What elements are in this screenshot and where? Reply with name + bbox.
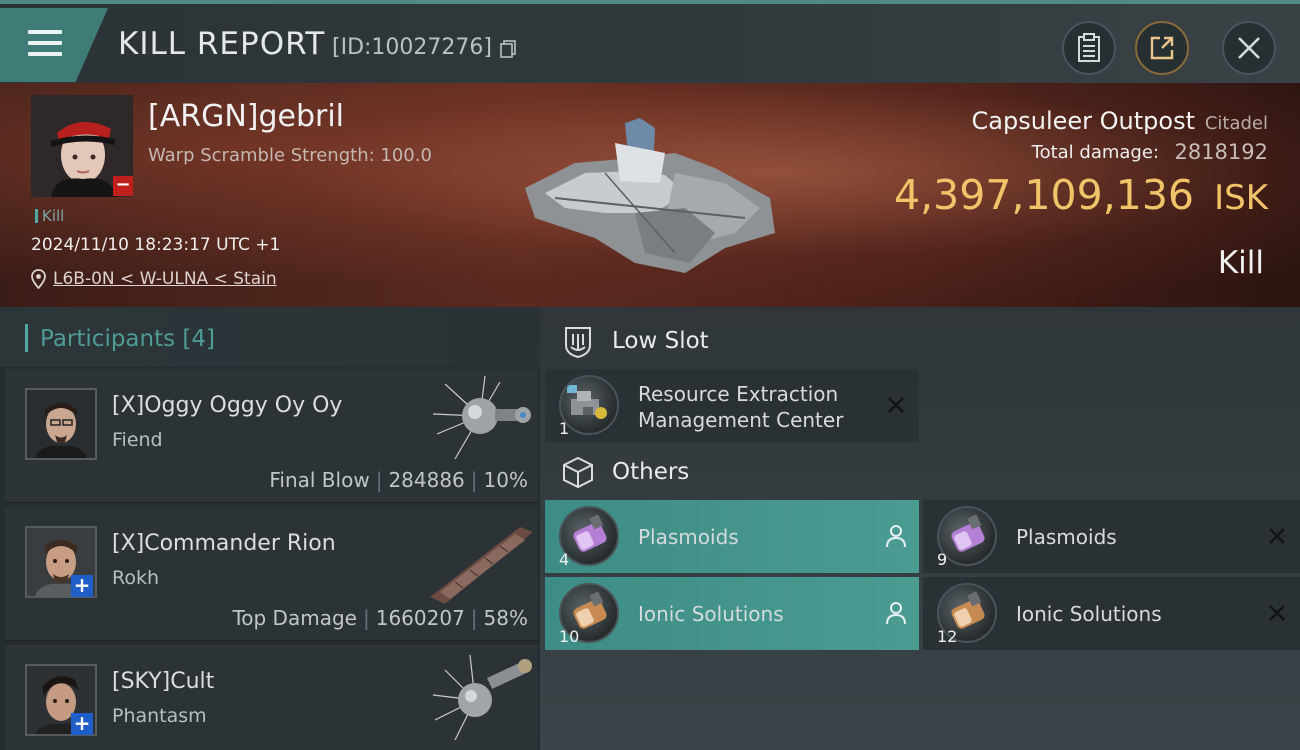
- result-label: Kill: [1217, 245, 1264, 281]
- items-panel: Low Slot 1 Resource Extraction Managemen…: [545, 307, 1300, 750]
- participant-name[interactable]: [X]Commander Rion: [112, 531, 336, 556]
- participants-title: Participants [4]: [40, 326, 215, 352]
- participants-panel: Participants [4] [X]Oggy Oggy Oy Oy Fien…: [0, 307, 540, 750]
- participants-header: Participants [4]: [0, 307, 540, 367]
- participant-row[interactable]: + [SKY]Cult Phantasm: [5, 645, 538, 750]
- report-id: [ID:10027276]: [332, 35, 492, 60]
- participant-row[interactable]: [X]Oggy Oggy Oy Oy Fiend Final Blow | 2848…: [5, 369, 538, 503]
- item-card[interactable]: 10 Ionic Solutions: [545, 577, 919, 650]
- participants-count: [4]: [182, 326, 216, 352]
- person-icon: [886, 602, 906, 625]
- destroyed-x-icon: [1269, 605, 1285, 621]
- isk-unit: ISK: [1214, 178, 1268, 218]
- item-name: Ionic Solutions: [1016, 602, 1162, 626]
- clipboard-button[interactable]: [1062, 21, 1116, 75]
- participant-stats: Final Blow | 284886 | 10%: [269, 468, 528, 492]
- cargo-box-icon: [563, 456, 593, 489]
- item-quantity: 9: [937, 550, 948, 569]
- item-quantity: 12: [937, 627, 958, 646]
- item-quantity: 4: [559, 550, 570, 569]
- page-title: KILL REPORT: [118, 26, 326, 62]
- target-name: Capsuleer Outpost: [971, 107, 1195, 135]
- victim-name[interactable]: [ARGN]gebril: [148, 99, 344, 134]
- item-card[interactable]: 12 Ionic Solutions: [923, 577, 1300, 650]
- copy-icon[interactable]: [500, 40, 516, 58]
- clipboard-icon: [1078, 33, 1100, 62]
- participant-row[interactable]: + [X]Commander Rion Rokh Top Damage | 1660…: [5, 507, 538, 641]
- ship-image: [430, 527, 533, 604]
- target-type: Citadel: [1204, 113, 1268, 134]
- participant-ship: Rokh: [112, 567, 160, 589]
- others-title: Others: [612, 459, 690, 485]
- participant-damage: 1660207: [375, 606, 465, 630]
- kill-datetime: 2024/11/10 18:23:17 UTC +1: [31, 235, 281, 255]
- participant-ship: Fiend: [112, 429, 163, 451]
- ship-image: [432, 654, 532, 741]
- participant-portrait[interactable]: [25, 388, 97, 460]
- menu-button[interactable]: [0, 8, 108, 82]
- ship-image: [432, 375, 531, 460]
- friendly-badge: +: [71, 713, 93, 735]
- isk-value: 4,397,109,136: [894, 171, 1194, 219]
- destroyed-x-icon: [1269, 528, 1285, 544]
- item-card[interactable]: 9 Plasmoids: [923, 500, 1300, 573]
- hamburger-icon: [28, 30, 62, 60]
- top-bar: KILL REPORT [ID:10027276]: [0, 0, 1300, 83]
- item-quantity: 10: [559, 627, 580, 646]
- participant-ship: Phantasm: [112, 705, 207, 727]
- participant-stats: Top Damage | 1660207 | 58%: [232, 606, 528, 630]
- item-name: Plasmoids: [1016, 525, 1117, 549]
- friendly-badge: +: [71, 575, 93, 597]
- close-icon: [1238, 37, 1260, 59]
- item-card[interactable]: 4 Plasmoids: [545, 500, 919, 573]
- header-accent-bar: [25, 324, 28, 352]
- destroyed-x-icon: [888, 397, 904, 413]
- total-damage-value: 2818192: [1174, 140, 1268, 164]
- scramble-strength: Warp Scramble Strength: 100.0: [148, 145, 432, 166]
- location-pin-icon: [31, 269, 46, 289]
- hostile-badge: −: [113, 176, 133, 196]
- low-slot-icon: [565, 327, 591, 359]
- share-icon: [1150, 36, 1174, 60]
- participant-role: Top Damage: [232, 606, 357, 630]
- kill-summary: − [ARGN]gebril Warp Scramble Strength: 1…: [0, 83, 1300, 307]
- item-card[interactable]: 1 Resource Extraction Management Center: [545, 369, 919, 442]
- structure-image: [525, 118, 775, 273]
- item-name-line1: Resource Extraction: [638, 382, 839, 406]
- item-name: Ionic Solutions: [638, 602, 784, 626]
- item-name-line2: Management Center: [638, 408, 844, 432]
- kill-tag: Kill: [35, 207, 64, 225]
- participant-name[interactable]: [SKY]Cult: [112, 669, 214, 694]
- share-button[interactable]: [1135, 21, 1189, 75]
- person-icon: [886, 525, 906, 548]
- participant-percent: 10%: [483, 468, 528, 492]
- total-damage-label: Total damage:: [1031, 142, 1159, 163]
- location-link[interactable]: L6B-0N < W-ULNA < Stain: [53, 269, 277, 289]
- participant-name[interactable]: [X]Oggy Oggy Oy Oy: [112, 393, 342, 418]
- participant-damage: 284886: [388, 468, 465, 492]
- close-button[interactable]: [1222, 21, 1276, 75]
- participant-role: Final Blow: [269, 468, 370, 492]
- item-name: Resource Extraction Management Center: [638, 381, 843, 433]
- item-quantity: 1: [559, 419, 570, 438]
- participant-percent: 58%: [483, 606, 528, 630]
- participants-title-text: Participants: [40, 326, 176, 352]
- item-name: Plasmoids: [638, 525, 739, 549]
- low-slot-title: Low Slot: [612, 328, 709, 354]
